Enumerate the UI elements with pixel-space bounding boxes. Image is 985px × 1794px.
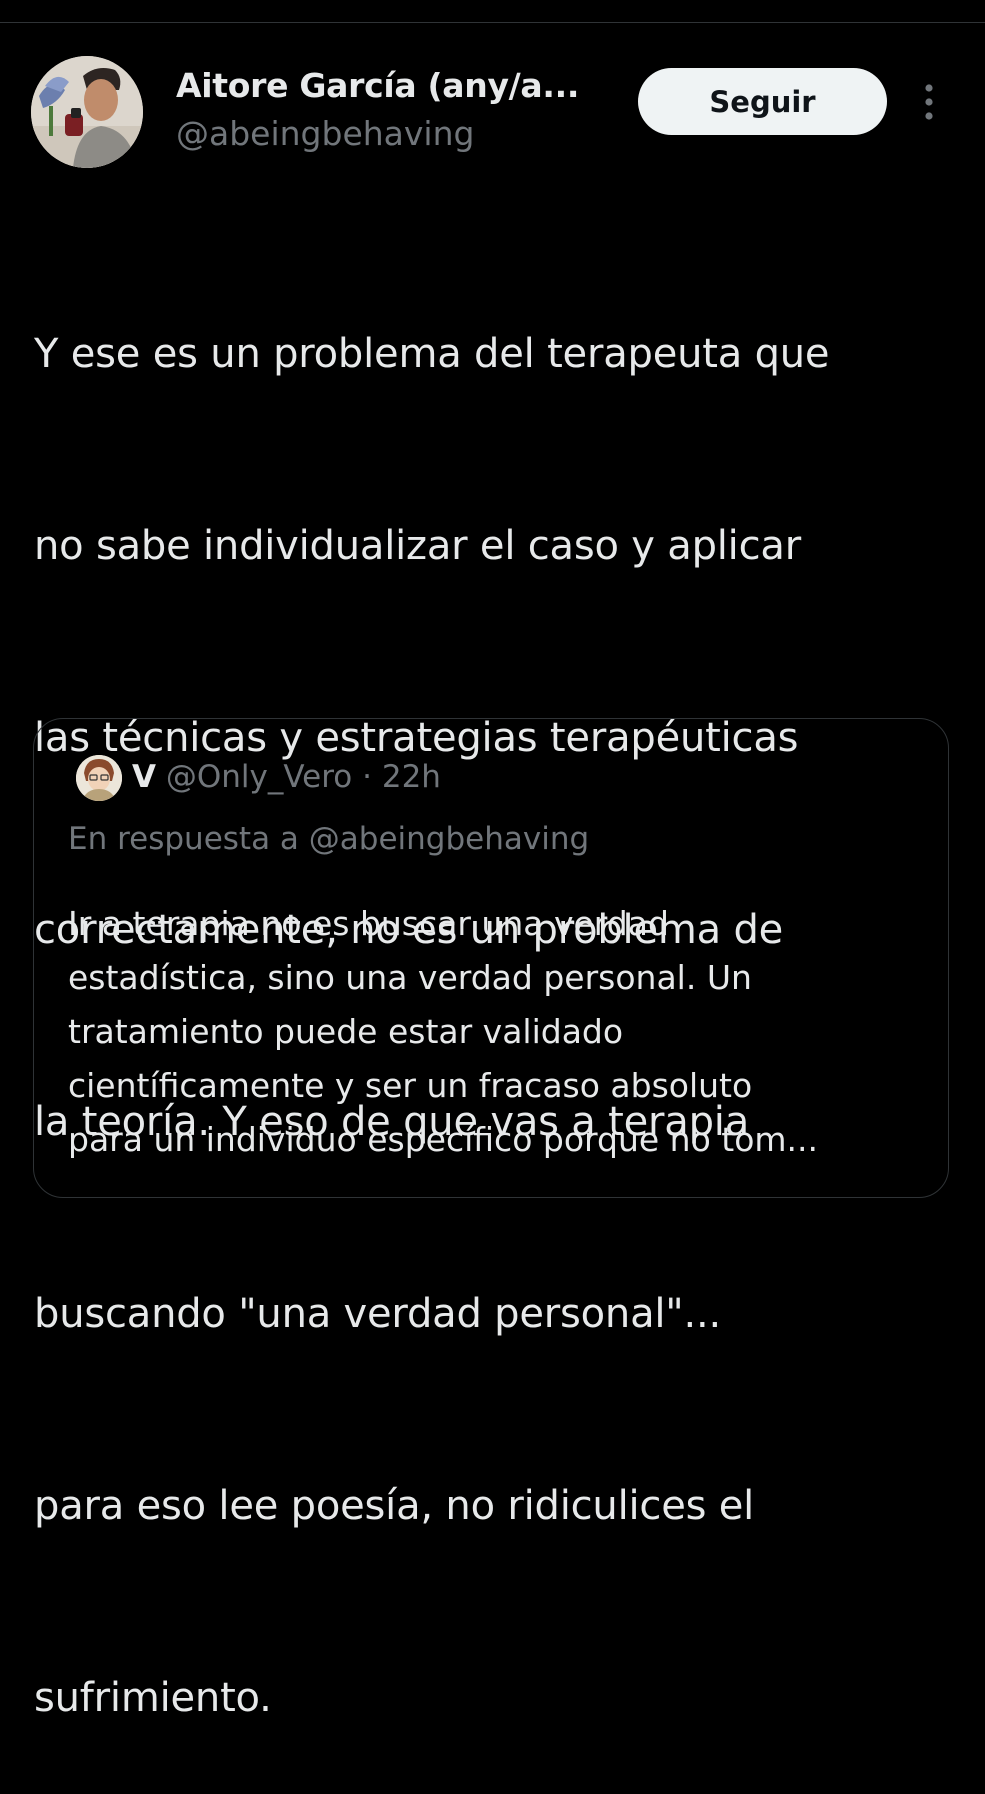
quote-author-handle[interactable]: @Only_Vero: [166, 759, 352, 795]
quote-text-line: estadística, sino una verdad personal. U…: [68, 958, 752, 997]
author-avatar[interactable]: [31, 56, 143, 168]
more-options-button[interactable]: [914, 82, 944, 122]
tweet-text-line: para eso lee poesía, no ridiculices el: [34, 1483, 755, 1529]
quote-text: Ir a terapia no es buscar una verdad est…: [68, 897, 928, 1167]
quote-avatar-image: [76, 755, 122, 801]
more-vertical-icon: [925, 84, 933, 120]
tweet-text-line: no sabe individualizar el caso y aplicar: [34, 523, 801, 569]
follow-button[interactable]: Seguir: [638, 68, 887, 135]
quote-reply-context: En respuesta a @abeingbehaving: [68, 821, 590, 857]
quoted-tweet-card[interactable]: V @Only_Vero · 22h En respuesta a @abein…: [33, 718, 949, 1198]
quote-text-line: tratamiento puede estar validado: [68, 1012, 624, 1051]
author-name[interactable]: Aitore García (any/a...: [176, 64, 579, 108]
tweet-text-line: buscando "una verdad personal"...: [34, 1291, 722, 1337]
quote-text-line: Ir a terapia no es buscar una verdad: [68, 904, 669, 943]
quote-header: V @Only_Vero · 22h: [132, 753, 441, 801]
author-handle[interactable]: @abeingbehaving: [176, 112, 474, 156]
quote-separator: ·: [362, 759, 372, 795]
quote-text-line: científicamente y ser un fracaso absolut…: [68, 1066, 753, 1105]
quote-text-line: para un individuo específico porque no t…: [68, 1120, 818, 1159]
tweet-text-line: Y ese es un problema del terapeuta que: [34, 331, 830, 377]
author-avatar-image: [31, 56, 143, 168]
top-divider: [0, 22, 985, 23]
tweet-text-line: sufrimiento.: [34, 1675, 272, 1721]
quote-timestamp[interactable]: 22h: [382, 759, 441, 795]
quote-author-avatar[interactable]: [76, 755, 122, 801]
quote-author-name[interactable]: V: [132, 759, 156, 795]
